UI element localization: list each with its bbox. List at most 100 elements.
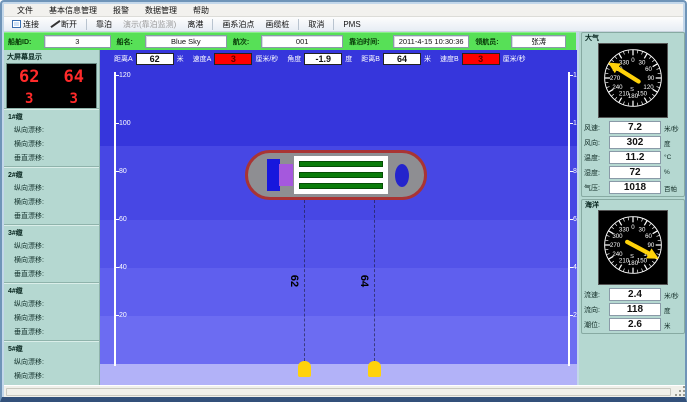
pressure-value[interactable]: 1018 — [609, 181, 661, 194]
y-tick-label: 60 — [119, 216, 127, 223]
humidity-row: 湿度:72% — [584, 166, 682, 179]
mooring-line-0[interactable] — [304, 200, 305, 366]
toolbar-button-8[interactable]: PMS — [339, 19, 364, 30]
distance-b-value[interactable]: 64 — [383, 53, 421, 65]
ship-graphic[interactable] — [245, 150, 427, 200]
cable-group-1: 1#缆纵向漂移:横向漂移:垂直漂移: — [4, 109, 99, 167]
current-direction-value[interactable]: 118 — [609, 303, 661, 316]
dial-number: 180 — [628, 260, 639, 267]
pilot-name-field[interactable]: 张涛 — [511, 35, 566, 48]
drift-row: 纵向漂移: — [4, 355, 99, 369]
menu-item-3[interactable]: 数据管理 — [138, 5, 184, 16]
drift-row: 纵向漂移: — [4, 239, 99, 253]
sidebar: 大屏幕显示 62 64 3 3 1#缆纵向漂移:横向漂移:垂直漂移:2#缆纵向漂… — [4, 50, 100, 385]
toolbar-button-4[interactable]: 离港 — [183, 18, 207, 31]
toolbar-button-0[interactable]: 连接 — [8, 18, 43, 31]
menu-item-2[interactable]: 报警 — [106, 5, 136, 16]
toolbar-button-2[interactable]: 靠泊 — [92, 18, 116, 31]
toolbar-button-5[interactable]: 画系泊点 — [218, 18, 258, 31]
distance-b-label: 距离B — [361, 54, 380, 64]
dial-number: 240 — [612, 251, 623, 258]
pressure-row: 气压:1018百帕 — [584, 181, 682, 194]
drift-row: 垂直漂移: — [4, 267, 99, 281]
tide-level-value[interactable]: 2.6 — [609, 318, 661, 331]
disconnect-icon — [50, 20, 59, 28]
wind-speed-value[interactable]: 7.2 — [609, 121, 661, 134]
resize-grip[interactable] — [675, 386, 685, 396]
measurement-strip: 距离A62米速度A3厘米/秒角度-1.9度距离B64米速度B3厘米/秒 — [100, 50, 577, 68]
humidity-value[interactable]: 72 — [609, 166, 661, 179]
cable-groups: 1#缆纵向漂移:横向漂移:垂直漂移:2#缆纵向漂移:横向漂移:垂直漂移:3#缆纵… — [4, 109, 99, 399]
ship-name-label: 船名: — [117, 37, 142, 47]
ship-name-field[interactable]: Blue Sky — [145, 35, 227, 48]
toolbar-button-label: 画缆桩 — [265, 19, 289, 30]
dial-number: 330 — [619, 60, 630, 67]
menu-item-4[interactable]: 帮助 — [186, 5, 216, 16]
toolbar-button-3: 演示(靠泊监测) — [119, 18, 180, 31]
dial-number: 210 — [619, 91, 630, 98]
speed-a-label: 速度A — [193, 54, 212, 64]
temperature-value[interactable]: 11.2 — [609, 151, 661, 164]
distance-a-value[interactable]: 62 — [136, 53, 174, 65]
y-tick-label: 20 — [573, 312, 577, 319]
tide-level-row: 潮位:2.6米 — [584, 318, 682, 331]
dial-number: 270 — [610, 242, 621, 249]
ocean-group: 海洋 0306090120150180210240270300330S 流速:2… — [581, 199, 685, 334]
voyage-no-field[interactable]: 001 — [261, 35, 343, 48]
compass-dial-icon: 0306090120150180210240270300330S — [599, 44, 667, 112]
y-tick-label: 100 — [119, 120, 131, 127]
speed-b-value[interactable]: 3 — [462, 53, 500, 65]
ship-id-field[interactable]: 3 — [44, 35, 110, 48]
cable-group-2: 2#缆纵向漂移:横向漂移:垂直漂移: — [4, 167, 99, 225]
current-direction-unit: 度 — [664, 305, 671, 315]
environment-panel: 大气 0306090120150180210240270300330S 风速:7… — [579, 32, 687, 385]
speed-a-value[interactable]: 3 — [214, 53, 252, 65]
menu-item-1[interactable]: 基本信息管理 — [42, 5, 104, 16]
toolbar-button-7[interactable]: 取消 — [304, 18, 328, 31]
wind-direction-label: 风向: — [584, 138, 609, 148]
toolbar-button-6[interactable]: 画缆桩 — [261, 18, 293, 31]
y-tick-label: 80 — [119, 168, 127, 175]
tide-level-unit: 米 — [664, 320, 671, 330]
drift-row: 横向漂移: — [4, 195, 99, 209]
toolbar-button-label: PMS — [343, 20, 360, 29]
cable-group-title: 4#缆 — [4, 285, 99, 297]
mooring-line-1[interactable] — [374, 200, 375, 366]
toolbar-separator — [86, 19, 87, 30]
angle-label: 角度 — [287, 54, 301, 64]
drift-row: 纵向漂移: — [4, 123, 99, 137]
y-tick-label: 80 — [573, 168, 577, 175]
current-speed-value[interactable]: 2.4 — [609, 288, 661, 301]
y-tick-label: 40 — [119, 264, 127, 271]
atmosphere-title: 大气 — [585, 33, 599, 43]
display-speed-b: 3 — [52, 90, 97, 108]
connect-icon — [12, 20, 21, 28]
cable-group-title: 5#缆 — [4, 343, 99, 355]
ship-deck-stripe — [299, 183, 383, 189]
ship-info-bar: 船舶ID:3船名:Blue Sky航次:001靠泊时间:2011-4-15 10… — [4, 32, 576, 50]
angle-value[interactable]: -1.9 — [304, 53, 342, 65]
dial-number: 240 — [612, 84, 623, 91]
temperature-unit: °C — [664, 154, 671, 161]
wind-direction-row: 风向:302度 — [584, 136, 682, 149]
speed-b-label: 速度B — [440, 54, 459, 64]
y-tick-label: 120 — [573, 72, 577, 79]
dial-number: 210 — [619, 258, 630, 265]
display-distance-b: 64 — [52, 64, 97, 90]
drift-row: 纵向漂移: — [4, 181, 99, 195]
toolbar-button-1[interactable]: 断开 — [46, 18, 81, 31]
wind-direction-value[interactable]: 302 — [609, 136, 661, 149]
wind-speed-label: 风速: — [584, 123, 609, 133]
menu-item-0[interactable]: 文件 — [10, 5, 40, 16]
mooring-line-label-1: 64 — [358, 275, 370, 287]
current-speed-unit: 米/秒 — [664, 290, 679, 300]
toolbar: 连接断开靠泊演示(靠泊监测)离港画系泊点画缆桩 取消 PMS — [4, 17, 683, 32]
angle-unit: 度 — [345, 54, 352, 64]
dial-number: 60 — [645, 233, 652, 240]
ocean-title: 海洋 — [585, 200, 599, 210]
berthing-time-field[interactable]: 2011-4-15 10:30:36 — [393, 35, 469, 48]
dial-number: 90 — [648, 75, 655, 82]
toolbar-button-label: 取消 — [308, 19, 324, 30]
status-bar-panel — [6, 388, 671, 396]
bollard-icon — [368, 361, 381, 377]
